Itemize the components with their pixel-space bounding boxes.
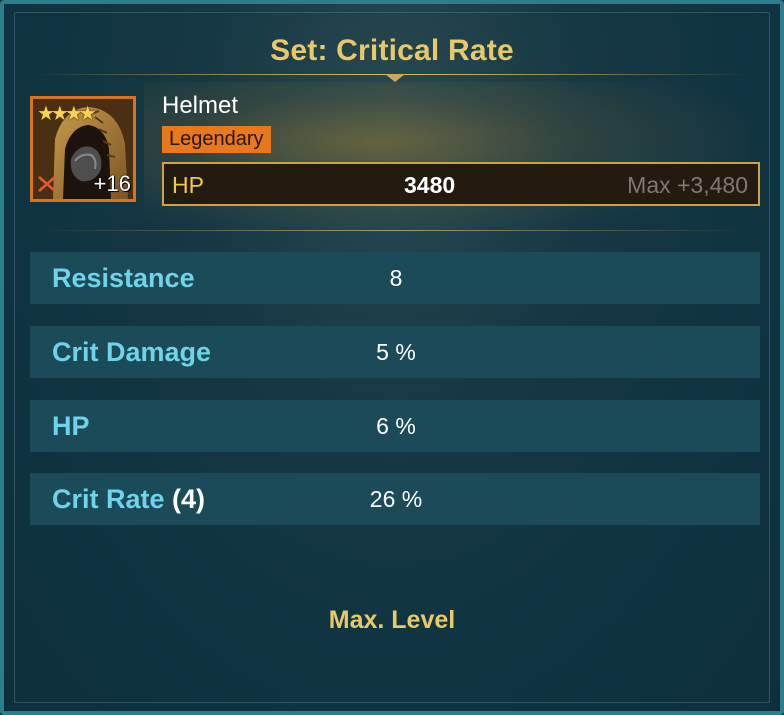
- main-stat-row: HP 3480 Max +3,480: [162, 162, 760, 206]
- rarity-badge: Legendary: [162, 126, 271, 153]
- substat-name: HP: [52, 411, 90, 441]
- main-stat-max: Max +3,480: [627, 172, 748, 198]
- substat-row: Crit Rate (4) 26 %: [30, 473, 760, 525]
- set-title: Set: Critical Rate: [270, 34, 514, 67]
- substat-name: Crit Rate (4): [52, 484, 206, 514]
- substat-row: Crit Damage 5 %: [30, 326, 760, 378]
- substat-value: 8: [389, 265, 403, 291]
- header-divider: [34, 230, 750, 231]
- substat-name: Crit Damage: [52, 337, 212, 367]
- main-stat-name: HP: [172, 172, 204, 198]
- substat-row: Resistance 8: [30, 252, 760, 304]
- item-name: Helmet: [162, 92, 239, 119]
- substat-row: HP 6 %: [30, 400, 760, 452]
- item-detail-panel: Set: Critical Rate ★★★★ +16 Helmet Legen: [0, 0, 784, 715]
- title-caret-icon: [385, 74, 405, 82]
- substat-value: 26 %: [369, 486, 423, 512]
- item-portrait[interactable]: ★★★★ +16: [30, 96, 136, 202]
- star-rating: ★★★★: [37, 103, 97, 125]
- crossed-swords-icon: [38, 176, 56, 192]
- substat-value: 5 %: [376, 339, 416, 365]
- substat-roll-count: (4): [172, 484, 206, 514]
- substat-name: Resistance: [52, 263, 195, 293]
- substat-value: 6 %: [376, 413, 416, 439]
- main-stat-value: 3480: [404, 172, 456, 198]
- max-level-label: Max. Level: [328, 606, 456, 634]
- item-level: +16: [93, 171, 131, 196]
